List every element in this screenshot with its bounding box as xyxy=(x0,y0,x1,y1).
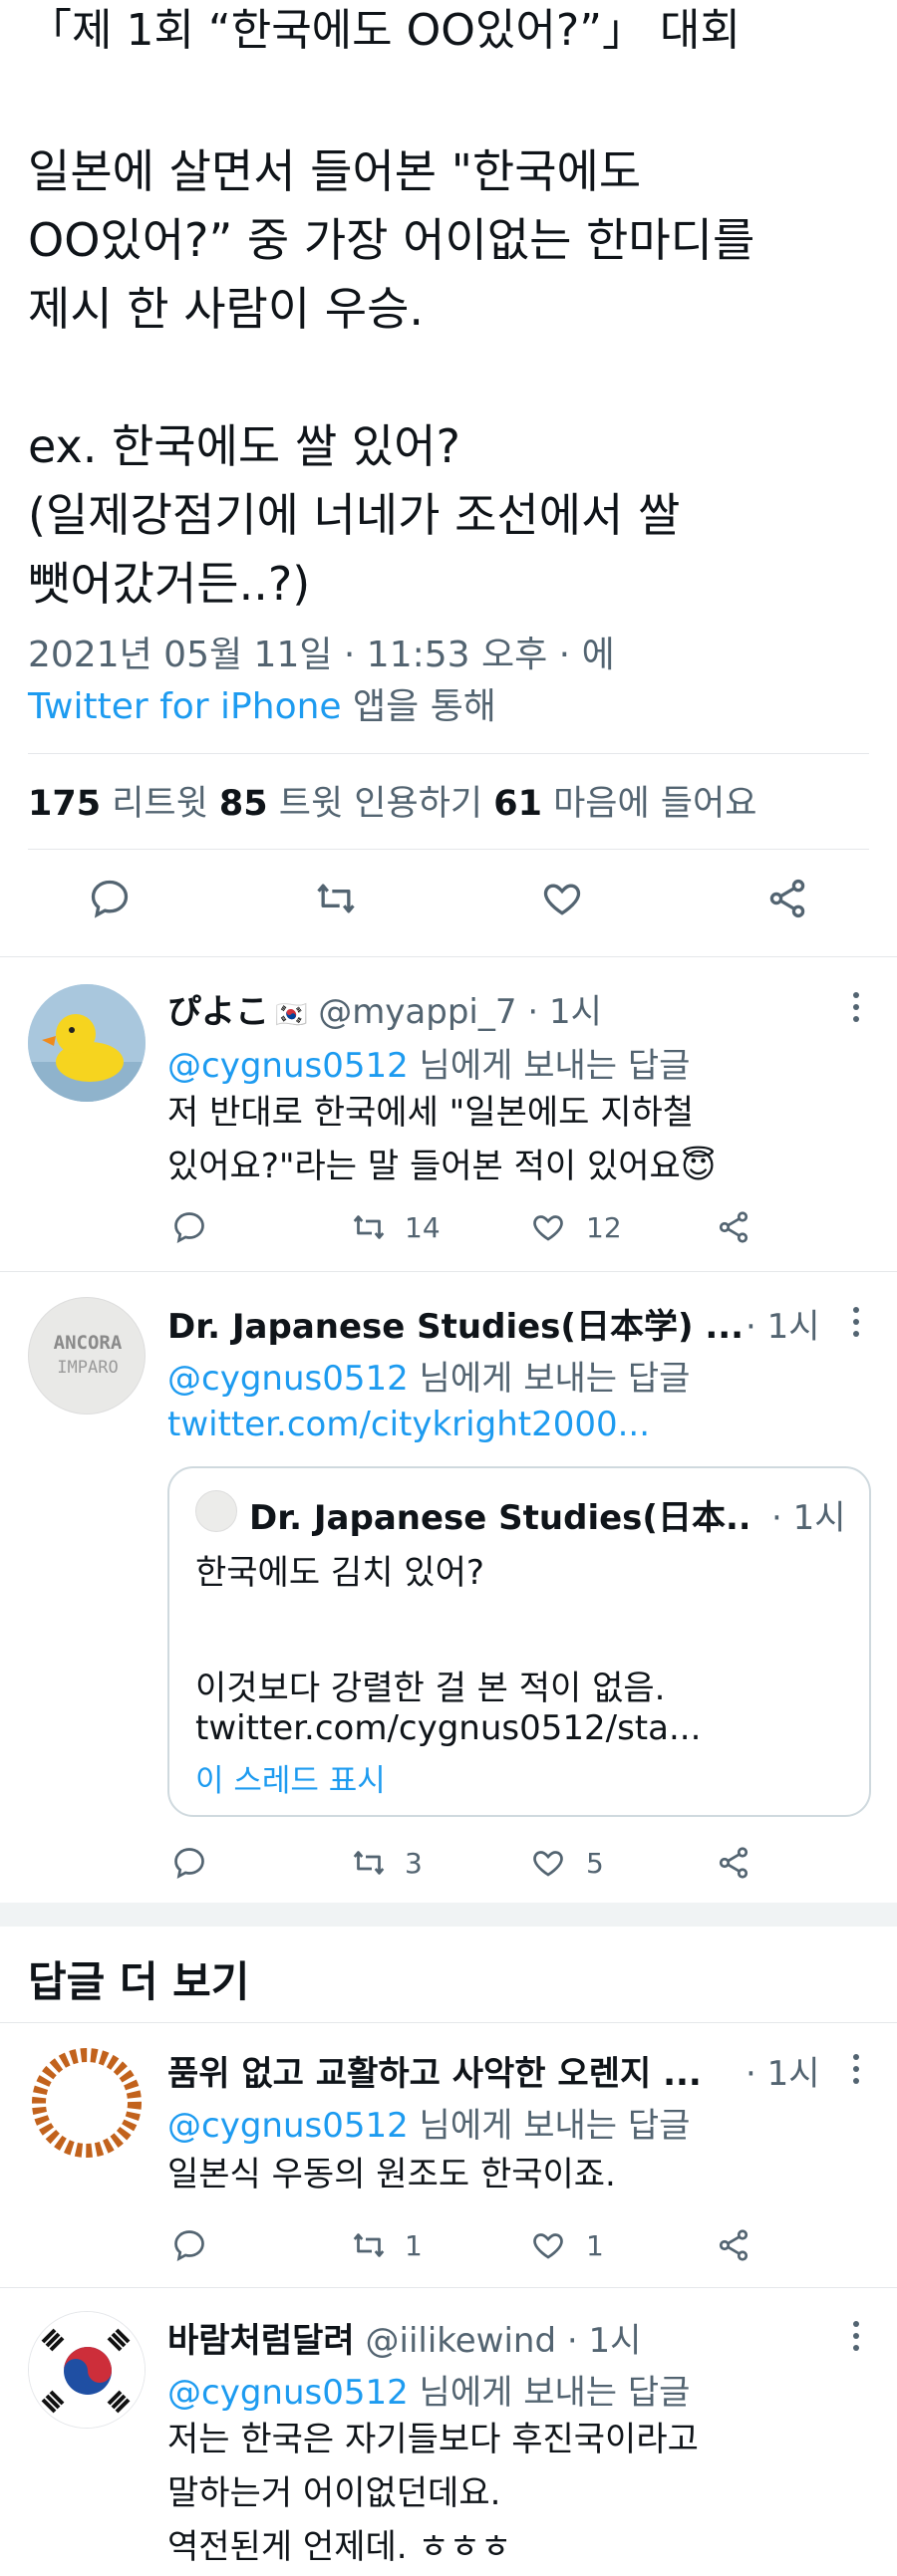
reply-icon[interactable] xyxy=(171,2227,207,2263)
reply-icon[interactable] xyxy=(171,1209,207,1245)
more-replies-heading: 답글 더 보기 xyxy=(28,1957,250,2006)
quoted-author-name: Dr. Japanese Studies(日本... xyxy=(249,1498,748,1538)
tweet-stats: 175 리트윗 85 트윗 인용하기 61 마음에 들어요 xyxy=(28,775,756,826)
retweet-icon[interactable] xyxy=(351,1209,387,1245)
avatar[interactable] xyxy=(28,2311,146,2429)
quotes-count[interactable]: 85 xyxy=(219,784,268,824)
replying-to-suffix: 님에게 보내는 답글 xyxy=(408,2106,691,2146)
replying-to: @cygnus0512 님에게 보내는 답글 xyxy=(167,1038,690,1087)
like-count: 12 xyxy=(586,1211,622,1244)
more-options-icon[interactable] xyxy=(853,2321,863,2357)
retweet-icon[interactable] xyxy=(314,877,358,920)
quoted-text: 한국에도 김치 있어? 이것보다 강렬한 걸 본 적이 없음. xyxy=(195,1553,666,1708)
mention-link[interactable]: @cygnus0512 xyxy=(167,2373,409,2413)
replying-to-suffix: 님에게 보내는 답글 xyxy=(408,1046,691,1086)
mention-link[interactable]: @cygnus0512 xyxy=(167,1359,409,1399)
reply-time: · 1시 xyxy=(746,2054,820,2094)
replying-to: @cygnus0512 님에게 보내는 답글 xyxy=(167,1351,690,1400)
source-suffix: 앱을 통해 xyxy=(341,686,496,727)
likes-label[interactable]: 마음에 들어요 xyxy=(542,784,756,824)
source-app-link[interactable]: Twitter for iPhone xyxy=(28,686,342,727)
heart-icon[interactable] xyxy=(540,877,584,920)
share-icon[interactable] xyxy=(765,877,809,920)
divider xyxy=(0,1271,897,1272)
like-count: 5 xyxy=(586,1847,604,1880)
avatar[interactable] xyxy=(28,2044,146,2162)
reply-header: 바람처럼달려 @iilikewind · 1시 xyxy=(167,2313,641,2362)
mention-link[interactable]: @cygnus0512 xyxy=(167,2106,409,2146)
more-options-icon[interactable] xyxy=(853,2054,863,2090)
replying-to: @cygnus0512 님에게 보내는 답글 xyxy=(167,2098,690,2147)
divider xyxy=(28,849,869,850)
retweet-icon[interactable] xyxy=(351,2227,387,2263)
more-options-icon[interactable] xyxy=(853,992,863,1028)
reply-text: 저 반대로 한국에세 "일본에도 지하철 있어요?"라는 말 들어본 적이 있어… xyxy=(167,1093,717,1186)
circular-text-avatar-image xyxy=(32,2048,142,2158)
share-icon[interactable] xyxy=(716,1209,751,1245)
retweet-icon[interactable] xyxy=(351,1845,387,1881)
reply-author-name[interactable]: ぴよこ xyxy=(167,992,269,1032)
retweet-count: 14 xyxy=(405,1211,441,1244)
reply-icon[interactable] xyxy=(88,877,132,920)
heart-icon[interactable] xyxy=(530,1845,566,1881)
avatar-text: IMPARO xyxy=(57,1358,119,1378)
retweets-label[interactable]: 리트윗 xyxy=(101,784,219,824)
divider xyxy=(0,2022,897,2023)
flag-icon: 🇰🇷 xyxy=(275,1000,308,1030)
reply-time: · 1시 xyxy=(746,1307,820,1347)
divider xyxy=(0,2287,897,2288)
replying-to-suffix: 님에게 보내는 답글 xyxy=(408,2373,691,2413)
reply-header: ぴよこ 🇰🇷 @myappi_7 · 1시 xyxy=(167,984,602,1033)
reply-link[interactable]: twitter.com/citykright2000... xyxy=(167,1405,650,1444)
avatar[interactable] xyxy=(28,984,146,1102)
duck-avatar-image xyxy=(28,984,146,1102)
reply-author-handle[interactable]: @iilikewind xyxy=(366,2321,557,2361)
quoted-link[interactable]: twitter.com/cygnus0512/sta... xyxy=(195,1701,701,1755)
tweet-body: 일본에 살면서 들어본 "한국에도 OO있어?” 중 가장 어이없는 한마디를 … xyxy=(28,144,755,611)
reply-time: · 1시 xyxy=(566,2321,642,2361)
divider xyxy=(28,753,869,754)
avatar[interactable]: ANCORA IMPARO xyxy=(28,1297,146,1415)
korean-flag-avatar-image xyxy=(29,2312,145,2428)
retweets-count[interactable]: 175 xyxy=(28,784,101,824)
reply-text: 일본식 우동의 원조도 한국이죠. xyxy=(167,2155,616,2194)
quoted-avatar xyxy=(195,1490,237,1532)
reply-author-name[interactable]: 바람처럼달려 xyxy=(167,2321,355,2361)
replying-to: @cygnus0512 님에게 보내는 답글 xyxy=(167,2365,690,2414)
retweet-count: 3 xyxy=(405,1847,423,1880)
quoted-time: · 1시 xyxy=(771,1498,846,1538)
reply-author-name[interactable]: 품위 없고 교활하고 사악한 오렌지 ... xyxy=(167,2054,702,2094)
reply-time: · 1시 xyxy=(527,992,602,1032)
divider xyxy=(0,956,897,957)
section-separator xyxy=(0,1903,897,1927)
reply-header: Dr. Japanese Studies(日本学) ... xyxy=(167,1299,765,1348)
tweet-title: 「제 1회 “한국에도 OO있어?”」 대회 xyxy=(28,5,741,56)
heart-icon[interactable] xyxy=(530,2227,566,2263)
reply-header: 품위 없고 교활하고 사악한 오렌지 ... xyxy=(167,2046,746,2095)
tweet-source: Twitter for iPhone 앱을 통해 xyxy=(28,677,496,729)
tweet-timestamp[interactable]: 2021년 05월 11일 · 11:53 오후 · 에 xyxy=(28,626,615,677)
reply-text: 저는 한국은 자기들보다 후진국이라고 말하는거 어이없던데요. 역전된게 언제… xyxy=(167,2420,699,2567)
reply-icon[interactable] xyxy=(171,1845,207,1881)
heart-icon[interactable] xyxy=(530,1209,566,1245)
more-options-icon[interactable] xyxy=(853,1307,863,1343)
reply-author-handle[interactable]: @myappi_7 xyxy=(318,992,516,1032)
mention-link[interactable]: @cygnus0512 xyxy=(167,1046,409,1086)
share-icon[interactable] xyxy=(716,2227,751,2263)
quotes-label[interactable]: 트윗 인용하기 xyxy=(268,784,494,824)
avatar-text: ANCORA xyxy=(53,1332,123,1354)
show-thread-link[interactable]: 이 스레드 표시 xyxy=(195,1755,386,1800)
reply-author-name[interactable]: Dr. Japanese Studies(日本学) ... xyxy=(167,1307,744,1347)
retweet-count: 1 xyxy=(405,2229,423,2262)
share-icon[interactable] xyxy=(716,1845,751,1881)
replying-to-suffix: 님에게 보내는 답글 xyxy=(408,1359,691,1399)
like-count: 1 xyxy=(586,2229,604,2262)
likes-count[interactable]: 61 xyxy=(493,784,542,824)
